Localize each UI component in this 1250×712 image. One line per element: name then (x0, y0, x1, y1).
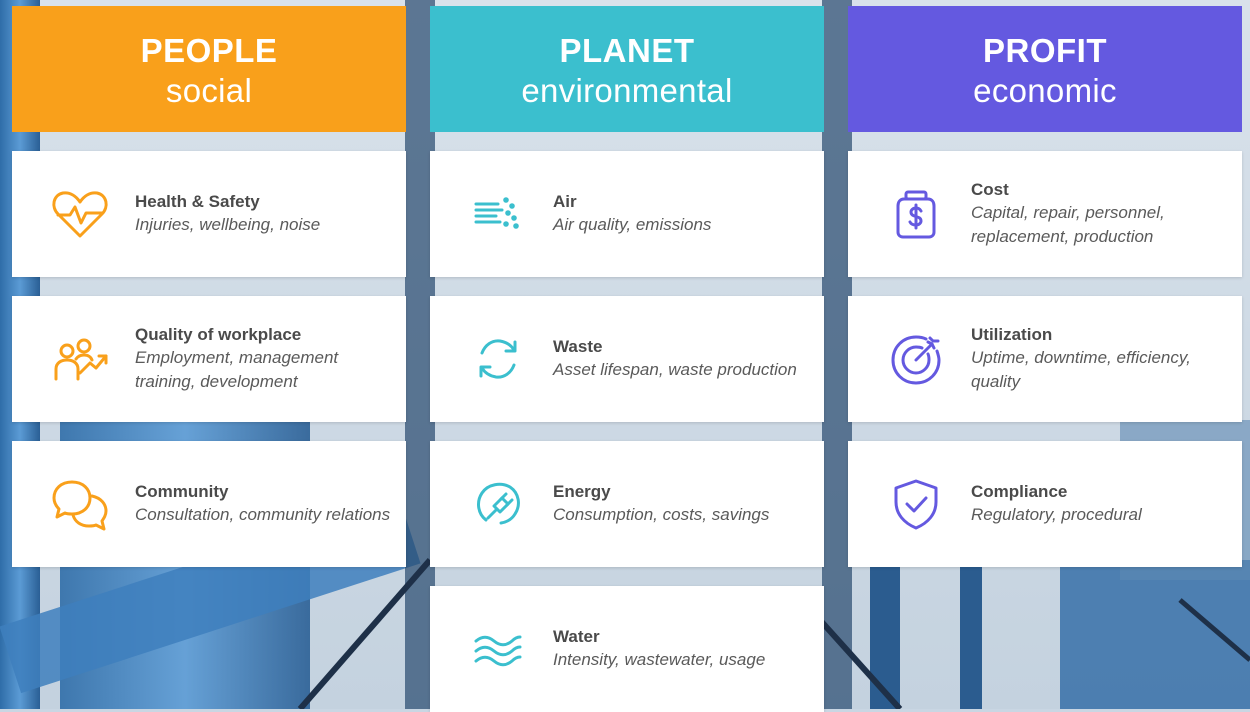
planet-title: PLANET (559, 32, 695, 69)
card-waste: Waste Asset lifespan, waste production (430, 296, 824, 422)
item-desc: Consumption, costs, savings (553, 505, 770, 524)
card-quality-of-workplace: Quality of workplace Employment, managem… (12, 296, 406, 422)
recycle-icon (468, 329, 528, 389)
people-subtitle: social (165, 72, 253, 109)
item-title: Utilization (971, 325, 1053, 344)
card-utilization: Utilization Uptime, downtime, efficiency… (848, 296, 1242, 422)
item-title: Cost (971, 180, 1009, 199)
item-desc: Employment, management training, develop… (135, 348, 339, 391)
shield-check-icon (886, 474, 946, 534)
item-title: Waste (553, 337, 603, 356)
card-community: Community Consultation, community relati… (12, 441, 406, 567)
item-desc: Capital, repair, personnel, replacement,… (971, 203, 1165, 246)
item-desc: Uptime, downtime, efficiency, quality (971, 348, 1191, 391)
card-air: Air Air quality, emissions (430, 151, 824, 277)
item-desc: Consultation, community relations (135, 505, 391, 524)
people-growth-icon (50, 329, 110, 389)
card-cost: Cost Capital, repair, personnel, replace… (848, 151, 1242, 277)
item-desc: Asset lifespan, waste production (553, 360, 797, 379)
chat-bubbles-icon (50, 474, 110, 534)
card-compliance: Compliance Regulatory, procedural (848, 441, 1242, 567)
item-title: Compliance (971, 482, 1068, 501)
card-health-safety: Health & Safety Injuries, wellbeing, noi… (12, 151, 406, 277)
item-title: Health & Safety (135, 192, 260, 211)
plug-icon (468, 474, 528, 534)
item-title: Quality of workplace (135, 325, 302, 344)
item-desc: Regulatory, procedural (971, 505, 1142, 524)
item-title: Energy (553, 482, 611, 501)
item-title: Air (553, 192, 577, 211)
profit-title: PROFIT (983, 32, 1107, 69)
people-header: PEOPLE social (12, 6, 406, 132)
item-desc: Injuries, wellbeing, noise (135, 215, 321, 234)
target-icon (886, 329, 946, 389)
people-title: PEOPLE (140, 32, 278, 69)
planet-header: PLANET environmental (430, 6, 824, 132)
item-title: Water (553, 627, 600, 646)
money-jar-icon (886, 184, 946, 244)
planet-subtitle: environmental (521, 72, 733, 109)
air-flow-icon (468, 184, 528, 244)
heart-pulse-icon (50, 184, 110, 244)
water-waves-icon (468, 619, 528, 679)
profit-subtitle: economic (973, 72, 1117, 109)
card-water: Water Intensity, wastewater, usage (430, 586, 824, 712)
item-desc: Air quality, emissions (553, 215, 712, 234)
profit-header: PROFIT economic (848, 6, 1242, 132)
item-desc: Intensity, wastewater, usage (553, 650, 766, 669)
item-title: Community (135, 482, 229, 501)
card-energy: Energy Consumption, costs, savings (430, 441, 824, 567)
